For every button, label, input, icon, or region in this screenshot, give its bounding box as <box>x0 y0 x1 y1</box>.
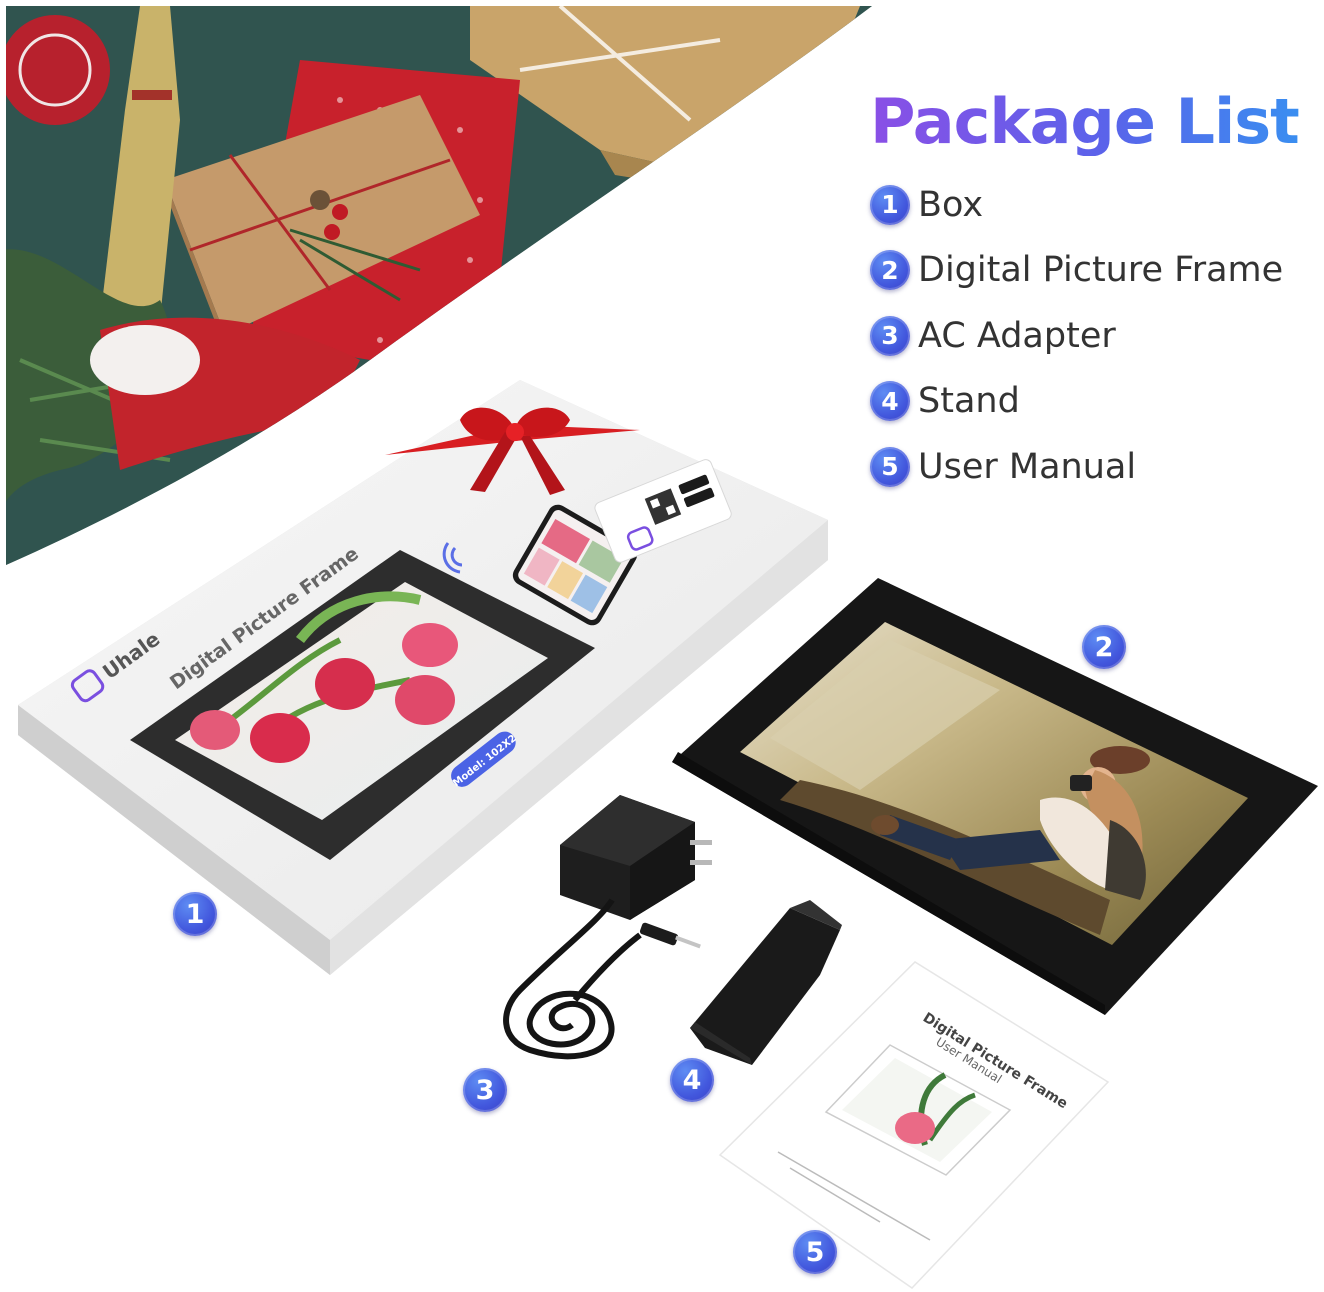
ac-adapter-product <box>503 795 712 1060</box>
number-badge: 1 <box>870 184 910 225</box>
number-badge: 2 <box>870 250 910 291</box>
callout-badge-stand: 4 <box>670 1058 714 1102</box>
package-item-label: User Manual <box>918 446 1137 487</box>
callout-badge-box: 1 <box>173 892 217 936</box>
package-list: 1 Box 2 Digital Picture Frame 3 AC Adapt… <box>870 172 1283 500</box>
package-item-label: AC Adapter <box>918 315 1116 356</box>
callout-badge-ac-adapter: 3 <box>463 1068 507 1112</box>
package-item-box: 1 Box <box>870 172 1283 238</box>
package-item-ac-adapter: 3 AC Adapter <box>870 303 1283 369</box>
package-item-label: Digital Picture Frame <box>918 250 1284 291</box>
stand-product <box>690 900 842 1065</box>
number-badge: 5 <box>870 446 910 487</box>
callout-badge-picture-frame: 2 <box>1082 625 1126 669</box>
package-item-picture-frame: 2 Digital Picture Frame <box>870 238 1283 304</box>
product-package-photo: Model: 102X2 Uhale Digital Picture Frame <box>0 0 1324 1292</box>
number-badge: 4 <box>870 381 910 422</box>
package-item-label: Box <box>918 184 984 225</box>
package-item-stand: 4 Stand <box>870 369 1283 435</box>
callout-badge-user-manual: 5 <box>793 1230 837 1274</box>
package-list-heading: Package List <box>870 85 1300 158</box>
package-item-label: Stand <box>918 381 1020 422</box>
package-item-user-manual: 5 User Manual <box>870 434 1283 500</box>
number-badge: 3 <box>870 315 910 356</box>
